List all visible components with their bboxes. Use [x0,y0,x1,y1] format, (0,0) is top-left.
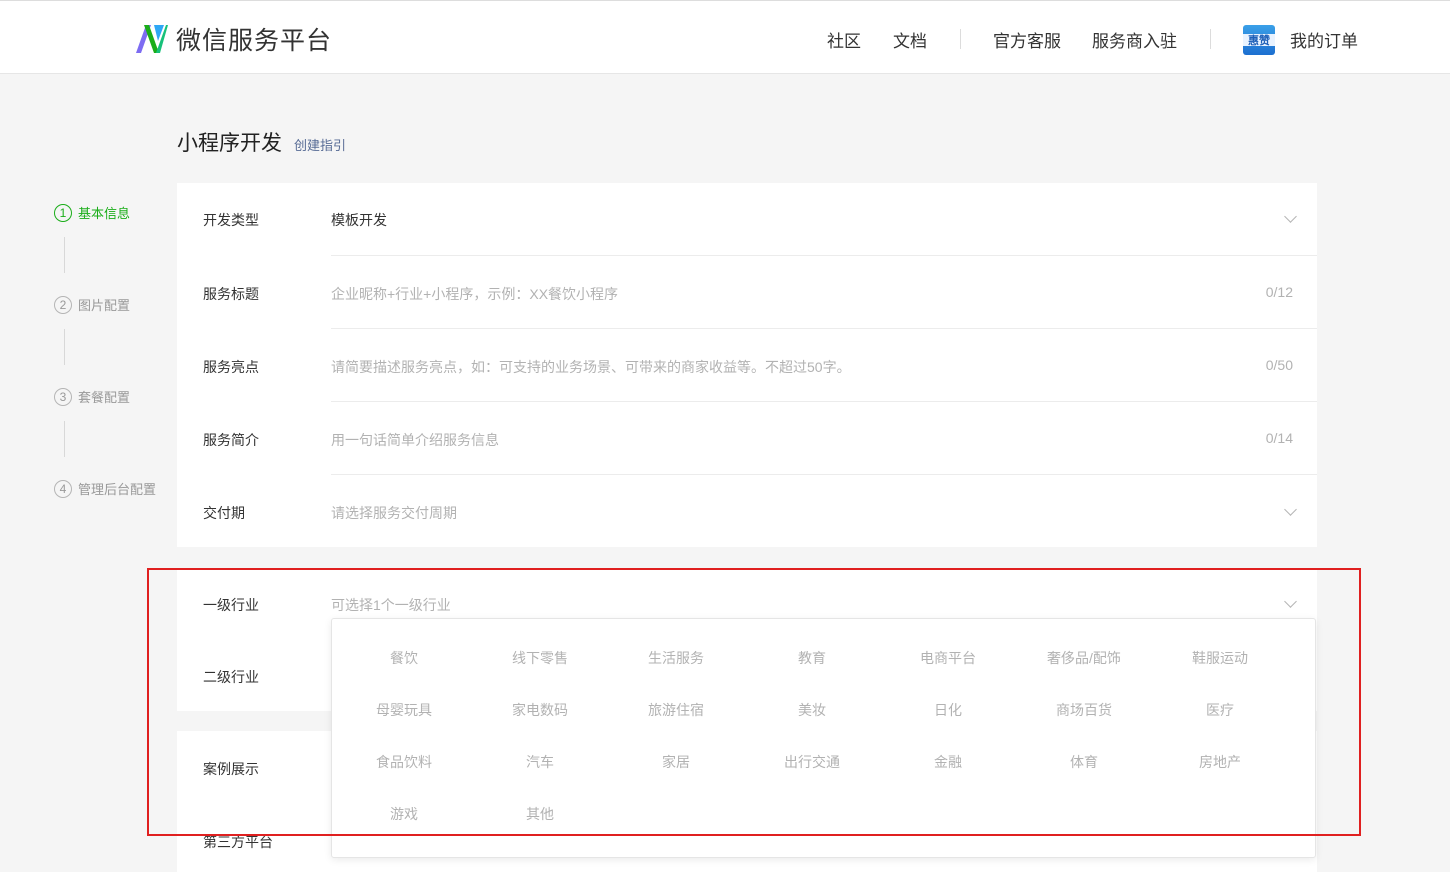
step-connector [64,329,65,365]
nav-community-label[interactable]: 社区 [827,27,861,52]
industry-option[interactable]: 日化 [880,700,1016,720]
industry-option[interactable]: 出行交通 [744,752,880,772]
step-connector [64,237,65,273]
step-label: 管理后台配置 [78,482,157,497]
industry-option[interactable]: 美妆 [744,700,880,720]
step-number: 3 [54,387,72,406]
field-label: 服务简介 [203,432,259,448]
field-label: 二级行业 [203,669,259,685]
industry-option[interactable]: 鞋服运动 [1152,648,1288,668]
guide-link[interactable]: 创建指引 [294,135,346,154]
field-label: 开发类型 [203,212,259,228]
nav-support[interactable]: 官方客服 [993,27,1061,52]
nav-community[interactable]: 社区 [827,27,861,52]
service-intro-row[interactable]: 服务简介 用一句话简单介绍服务信息 0/14 [177,402,1317,475]
field-label: 交付期 [203,505,245,521]
industry-option[interactable]: 母婴玩具 [336,700,472,720]
service-title-input[interactable]: 企业昵称+行业+小程序，示例：XX餐饮小程序 [331,284,618,304]
char-counter: 0/14 [1265,430,1293,446]
page-title: 小程序开发 [177,132,282,155]
service-highlight-row[interactable]: 服务亮点 请简要描述服务亮点，如：可支持的业务场景、可带来的商家收益等。不超过5… [177,329,1317,402]
step-number: 2 [54,295,72,314]
industry-option[interactable]: 旅游住宿 [608,700,744,720]
step-number: 4 [54,479,72,498]
delivery-select[interactable]: 请选择服务交付周期 [331,503,457,523]
industry-option[interactable]: 电商平台 [880,648,1016,668]
service-highlight-input[interactable]: 请简要描述服务亮点，如：可支持的业务场景、可带来的商家收益等。不超过50字。 [331,357,851,377]
field-label: 服务亮点 [203,359,259,375]
industry-option[interactable]: 食品饮料 [336,752,472,772]
field-label: 服务标题 [203,286,259,302]
service-intro-input[interactable]: 用一句话简单介绍服务信息 [331,430,499,450]
top-bar: 微信服务平台 社区 文档 官方客服 服务商入驻 惠赞 我的订单 [0,0,1450,74]
step-label: 套餐配置 [78,390,131,405]
char-counter: 0/50 [1265,357,1293,373]
step-basic-info[interactable]: 1 基本信息 [54,203,130,222]
field-label: 一级行业 [203,597,259,613]
industry-option[interactable]: 餐饮 [336,648,472,668]
chevron-down-icon[interactable] [1284,210,1297,223]
nav-docs[interactable]: 文档 [893,27,927,52]
industry-dropdown: 餐饮 线下零售 生活服务 教育 电商平台 奢侈品/配饰 鞋服运动母婴玩具 家电数码 旅游住宿 美妆… [331,618,1316,858]
industry-option[interactable]: 金融 [880,752,1016,772]
step-image-config[interactable]: 2 图片配置 [54,295,130,314]
dev-type-row[interactable]: 开发类型 模板开发 [177,183,1317,256]
avatar-text: 惠赞 [1248,35,1270,47]
industry-option[interactable]: 家居 [608,752,744,772]
industry-option[interactable]: 游戏 [336,804,472,824]
industry-option[interactable]: 教育 [744,648,880,668]
field-label: 案例展示 [203,761,259,777]
step-connector [64,421,65,457]
delivery-row[interactable]: 交付期 请选择服务交付周期 [177,475,1317,548]
chevron-down-icon[interactable] [1284,595,1297,608]
wechat-service-logo-icon [136,25,168,53]
nav-divider [1210,29,1211,49]
step-label: 图片配置 [78,298,131,313]
nav-join[interactable]: 服务商入驻 [1092,27,1177,52]
field-label: 第三方平台 [203,834,273,850]
nav-divider [960,29,961,49]
industry-option[interactable]: 房地产 [1152,752,1288,772]
industry-option[interactable]: 商场百货 [1016,700,1152,720]
chevron-down-icon[interactable] [1284,503,1297,516]
service-title-row[interactable]: 服务标题 企业昵称+行业+小程序，示例：XX餐饮小程序 0/12 [177,256,1317,329]
char-counter: 0/12 [1265,284,1293,300]
brand-name: 微信服务平台 [176,27,333,55]
step-number: 1 [54,203,72,222]
avatar[interactable]: 惠赞 [1243,25,1275,55]
step-package-config[interactable]: 3 套餐配置 [54,387,130,406]
nav-orders-label[interactable]: 我的订单 [1290,27,1358,52]
industry-option[interactable]: 医疗 [1152,700,1288,720]
logo[interactable]: 微信服务平台 [134,21,332,57]
dev-type-select[interactable]: 模板开发 [331,210,387,230]
industry-option[interactable]: 汽车 [472,752,608,772]
industry-option[interactable]: 生活服务 [608,648,744,668]
industry-option[interactable]: 奢侈品/配饰 [1016,648,1152,668]
industry-option[interactable]: 体育 [1016,752,1152,772]
nav-join-label[interactable]: 服务商入驻 [1092,27,1177,52]
nav-orders[interactable]: 我的订单 [1290,27,1358,52]
nav-docs-label[interactable]: 文档 [893,27,927,52]
basic-info-card: 开发类型 模板开发 服务标题 企业昵称+行业+小程序，示例：XX餐饮小程序 0/… [177,183,1317,547]
industry1-select[interactable]: 可选择1个一级行业 [331,595,451,615]
step-label: 基本信息 [78,206,131,221]
nav-support-label[interactable]: 官方客服 [993,27,1061,52]
industry-option[interactable]: 其他 [472,804,608,824]
industry-option[interactable]: 线下零售 [472,648,608,668]
industry-option[interactable]: 家电数码 [472,700,608,720]
step-admin-config[interactable]: 4 管理后台配置 [54,479,156,498]
